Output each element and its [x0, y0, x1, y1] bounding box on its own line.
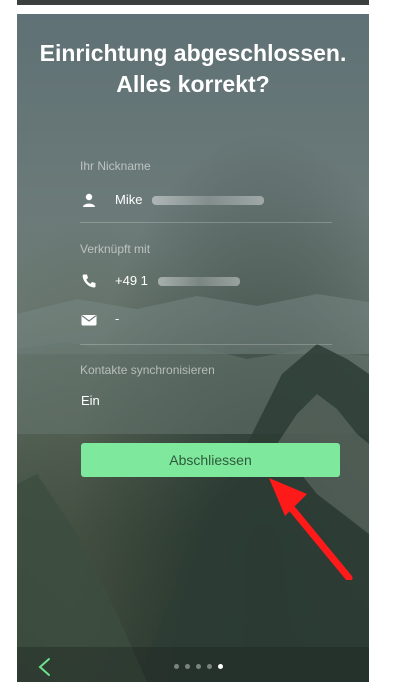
nickname-value[interactable]: Mike	[115, 192, 142, 207]
status-strip	[17, 0, 369, 5]
page-dot	[185, 664, 190, 669]
redacted-phone	[158, 277, 240, 286]
page-dot	[196, 664, 201, 669]
mountain-background	[17, 294, 369, 682]
linked-label: Verknüpft mit	[80, 242, 151, 256]
page-title: Einrichtung abgeschlossen. Alles korrekt…	[39, 40, 347, 97]
divider	[80, 344, 332, 345]
page-indicator	[174, 664, 223, 669]
sync-label: Kontakte synchronisieren	[80, 363, 215, 377]
page-dot	[174, 664, 179, 669]
phone-value: +49 1	[115, 273, 148, 288]
nickname-label: Ihr Nickname	[80, 159, 151, 173]
page-dot-active	[218, 664, 223, 669]
redacted-nickname	[152, 196, 264, 205]
phone-icon	[82, 274, 96, 288]
setup-complete-screen: Einrichtung abgeschlossen. Alles korrekt…	[17, 14, 369, 682]
person-icon	[83, 193, 95, 207]
sync-value[interactable]: Ein	[81, 393, 100, 408]
page-dot	[207, 664, 212, 669]
back-chevron-icon[interactable]	[37, 657, 51, 677]
email-value: -	[115, 311, 120, 326]
divider	[80, 222, 332, 223]
red-arrow-annotation	[269, 478, 353, 580]
mail-icon	[81, 315, 97, 326]
